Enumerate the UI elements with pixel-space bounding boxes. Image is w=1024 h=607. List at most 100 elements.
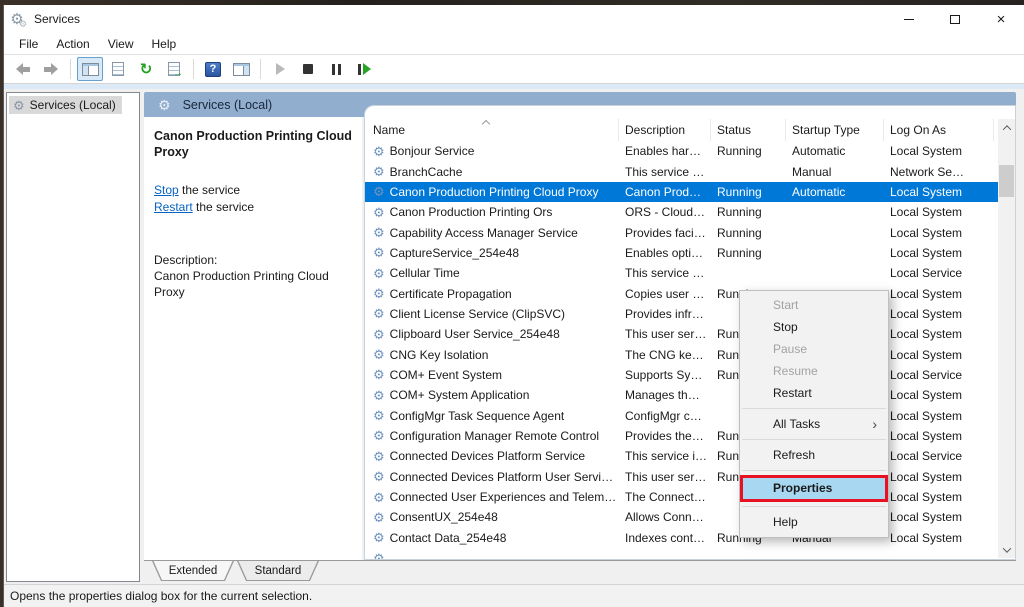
cell-text: Enables har… — [625, 144, 701, 158]
cell-log-on-as: Local System — [884, 205, 994, 219]
table-row[interactable]: ⚙CaptureService_254e48Enables opti…Runni… — [365, 243, 998, 263]
restart-suffix: the service — [193, 200, 254, 214]
table-row[interactable]: ⚙Capability Access Manager ServiceProvid… — [365, 222, 998, 242]
cell-text: Running — [717, 185, 762, 199]
refresh-button[interactable]: ↻ — [133, 57, 159, 81]
scrollbar-thumb[interactable] — [999, 165, 1014, 197]
table-row[interactable]: ⚙Connected Devices Platform User Servi…T… — [365, 467, 998, 487]
view-tab-strip: ExtendedStandard — [144, 560, 1016, 584]
stop-service-button[interactable] — [295, 57, 321, 81]
cell-text: Manual — [792, 165, 831, 179]
table-row[interactable]: ⚙Clipboard User Service_254e48This user … — [365, 324, 998, 344]
stop-service-link[interactable]: Stop — [154, 183, 179, 197]
table-row[interactable]: ⚙ConfigMgr Task Sequence AgentConfigMgr … — [365, 405, 998, 425]
column-header-name[interactable]: Name — [365, 119, 619, 141]
tree-item-services-local[interactable]: ⚙ Services (Local) — [9, 96, 122, 114]
menu-separator — [742, 439, 886, 440]
service-gear-icon: ⚙ — [373, 206, 385, 219]
scroll-up-button[interactable] — [998, 119, 1015, 136]
export-list-button[interactable] — [161, 57, 187, 81]
context-menu-item-pause[interactable]: Pause — [740, 338, 888, 360]
tab-standard[interactable]: Standard — [237, 561, 319, 581]
cell-text: Indexes cont… — [625, 531, 705, 545]
table-row[interactable]: ⚙COM+ System ApplicationManages th…Local… — [365, 385, 998, 405]
cell-text: Local System — [890, 490, 962, 504]
action-pane-icon — [233, 63, 250, 76]
context-menu-item-refresh[interactable]: Refresh — [740, 444, 888, 466]
menu-view[interactable]: View — [99, 34, 143, 54]
cell-description: Supports Sy… — [619, 368, 711, 382]
cell-description: This user ser… — [619, 327, 711, 341]
column-header-log-on-as[interactable]: Log On As — [884, 119, 994, 141]
submenu-arrow-icon: › — [872, 413, 877, 435]
menu-help[interactable]: Help — [143, 34, 186, 54]
scroll-down-button[interactable] — [998, 541, 1015, 558]
help-button[interactable]: ? — [200, 57, 226, 81]
cell-text: This service … — [625, 266, 704, 280]
cell-name: ⚙ConfigMgr Task Sequence Agent — [365, 409, 619, 423]
table-row[interactable]: ⚙CNG Key IsolationThe CNG ke…RunningLoca… — [365, 344, 998, 364]
cell-text: Allows Conn… — [625, 510, 704, 524]
cell-text: Canon Production Printing Cloud Proxy — [390, 185, 599, 199]
maximize-button[interactable] — [932, 5, 978, 33]
service-gear-icon: ⚙ — [373, 450, 385, 463]
table-row[interactable]: ⚙BranchCacheThis service …ManualNetwork … — [365, 161, 998, 181]
context-menu: StartStopPauseResumeRestart All Tasks› Ref… — [739, 290, 889, 538]
show-action-pane-button[interactable] — [228, 57, 254, 81]
context-menu-item-resume[interactable]: Resume — [740, 360, 888, 382]
title-bar: ⚙ ⚙ Services × — [4, 5, 1024, 33]
column-header-status[interactable]: Status — [711, 119, 786, 141]
table-row-partial[interactable]: ⚙ — [365, 548, 998, 559]
menu-file[interactable]: File — [10, 34, 47, 54]
context-menu-item-all-tasks[interactable]: All Tasks› — [740, 413, 888, 435]
cell-name: ⚙Client License Service (ClipSVC) — [365, 307, 619, 321]
menu-action[interactable]: Action — [47, 34, 98, 54]
table-row[interactable]: ⚙Client License Service (ClipSVC) Provide… — [365, 304, 998, 324]
context-menu-item-help[interactable]: Help — [740, 511, 888, 533]
properties-button[interactable] — [105, 57, 131, 81]
forward-button[interactable] — [38, 57, 64, 81]
table-row[interactable]: ⚙Configuration Manager Remote ControlPro… — [365, 426, 998, 446]
table-row[interactable]: ⚙Contact Data_254e48Indexes cont…Running… — [365, 528, 998, 548]
show-console-tree-button[interactable] — [77, 57, 103, 81]
table-row[interactable]: ⚙Cellular TimeThis service …Local Servic… — [365, 263, 998, 283]
table-row[interactable]: ⚙COM+ Event SystemSupports Sy…RunningLoc… — [365, 365, 998, 385]
cell-text: Provides faci… — [625, 226, 706, 240]
pause-service-button[interactable] — [323, 57, 349, 81]
table-row[interactable]: ⚙Canon Production Printing Cloud ProxyCa… — [365, 182, 998, 202]
back-button[interactable] — [10, 57, 36, 81]
table-row[interactable]: ⚙Certificate PropagationCopies user …Run… — [365, 283, 998, 303]
cell-text: Provides infr… — [625, 307, 704, 321]
cell-text: ConsentUX_254e48 — [390, 510, 498, 524]
table-row[interactable]: ⚙Canon Production Printing OrsORS - Clou… — [365, 202, 998, 222]
restart-service-link[interactable]: Restart — [154, 200, 193, 214]
tab-extended[interactable]: Extended — [152, 561, 234, 581]
table-row[interactable]: ⚙ConsentUX_254e48Allows Conn…ManualLocal… — [365, 507, 998, 527]
column-header-description[interactable]: Description — [619, 119, 711, 141]
cell-text: Client License Service (ClipSVC) — [390, 307, 565, 321]
pause-service-icon — [332, 64, 341, 75]
service-gear-icon: ⚙ — [373, 287, 385, 300]
restart-service-line: Restart the service — [154, 199, 354, 216]
column-header-startup-type[interactable]: Startup Type — [786, 119, 884, 141]
start-service-button[interactable] — [267, 57, 293, 81]
table-row[interactable]: ⚙Connected Devices Platform ServiceThis … — [365, 446, 998, 466]
context-menu-item-properties[interactable]: Properties — [740, 475, 888, 502]
close-button[interactable]: × — [978, 5, 1024, 33]
minimize-button[interactable] — [886, 5, 932, 33]
vertical-scrollbar[interactable] — [998, 119, 1015, 558]
service-gear-icon: ⚙ — [373, 368, 385, 381]
cell-text: Local Service — [890, 368, 962, 382]
context-menu-item-restart[interactable]: Restart — [740, 382, 888, 404]
table-row[interactable]: ⚙Bonjour ServiceEnables har…RunningAutom… — [365, 141, 998, 161]
restart-service-icon — [358, 63, 371, 75]
help-icon: ? — [205, 62, 221, 77]
table-row[interactable]: ⚙Connected User Experiences and Telem…Th… — [365, 487, 998, 507]
cell-log-on-as: Local System — [884, 510, 994, 524]
cell-text: Capability Access Manager Service — [390, 226, 578, 240]
context-menu-item-stop[interactable]: Stop — [740, 316, 888, 338]
cell-text: Canon Prod… — [625, 185, 701, 199]
export-list-icon — [168, 62, 180, 76]
context-menu-item-start[interactable]: Start — [740, 294, 888, 316]
restart-service-button[interactable] — [351, 57, 377, 81]
